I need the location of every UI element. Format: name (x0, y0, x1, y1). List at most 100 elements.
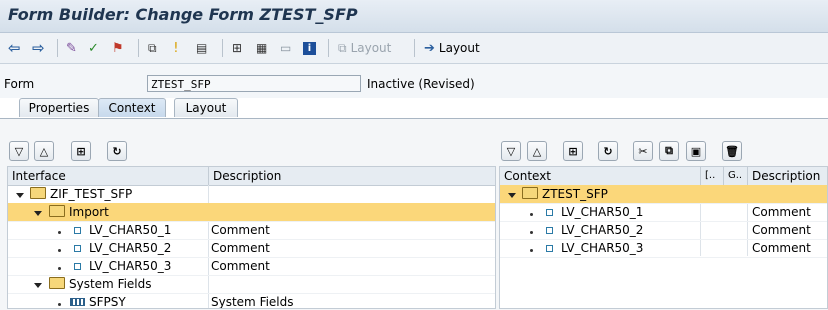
print-icon[interactable]: ▦ (256, 40, 267, 56)
field-icon (546, 227, 553, 234)
form-name-field[interactable]: ZTEST_SFP (147, 75, 361, 92)
edit-icon[interactable]: ✎ (66, 40, 77, 56)
find-button[interactable]: ⊞ (563, 141, 583, 161)
collapse-all-button[interactable]: △ (34, 141, 54, 161)
tree-node-label: ZTEST_SFP (542, 187, 608, 201)
binoculars-icon: ⊞ (568, 144, 578, 158)
window-title: Form Builder: Change Form ZTEST_SFP (8, 5, 358, 24)
field-icon (74, 227, 81, 234)
tree-node-label: SFPSY (89, 295, 126, 309)
context-tree-header: Context [.. G.. Description (500, 167, 827, 186)
forward-icon[interactable]: ⇨ (32, 39, 45, 57)
tree-node-description: System Fields (211, 295, 294, 309)
layout-button-disabled[interactable]: ⧉ Layout (338, 40, 391, 56)
refresh-button[interactable]: ↻ (598, 141, 618, 161)
bullet-icon (530, 231, 533, 234)
title-bar: Form Builder: Change Form ZTEST_SFP (0, 0, 828, 33)
expand-arrow-icon[interactable] (34, 211, 42, 216)
folder-icon (49, 205, 65, 217)
collapse-all-button[interactable]: △ (527, 141, 547, 161)
expand-arrow-icon[interactable] (34, 283, 42, 288)
find-button[interactable]: ⊞ (71, 141, 91, 161)
copy-icon: ⧉ (665, 144, 673, 157)
tree-node-description: Comment (752, 241, 811, 255)
display-object-icon[interactable]: ▤ (196, 40, 207, 56)
form-status: Inactive (Revised) (367, 77, 475, 91)
tree-node-system-fields[interactable]: System Fields (8, 275, 495, 294)
column-header-interface[interactable]: Interface (8, 167, 209, 185)
trash-icon: 🗑 (725, 144, 739, 158)
tree-node-field[interactable]: LV_CHAR50_1 Comment (500, 203, 827, 222)
tree-node-field[interactable]: LV_CHAR50_1 Comment (8, 221, 495, 240)
tree-node-description: Comment (211, 259, 270, 273)
expand-arrow-icon[interactable] (16, 193, 24, 198)
arrow-right-icon: ➔ (424, 40, 435, 56)
tree-node-label: LV_CHAR50_1 (89, 223, 172, 237)
binoculars-icon: ⊞ (76, 144, 86, 158)
check-icon[interactable]: ✓ (88, 40, 99, 56)
where-used-icon[interactable]: ǃ (174, 40, 178, 56)
tab-layout[interactable]: Layout (174, 98, 238, 117)
bullet-icon (58, 303, 61, 306)
tree-node-field[interactable]: LV_CHAR50_3 Comment (500, 239, 827, 258)
tree-node-description: Comment (211, 223, 270, 237)
expand-arrow-icon[interactable] (508, 193, 516, 198)
bullet-icon (58, 231, 61, 234)
hierarchy-icon[interactable]: ⊞ (232, 40, 242, 56)
tree-node-label: ZIF_TEST_SFP (50, 187, 133, 201)
tree-node-description: Comment (752, 205, 811, 219)
column-header-g[interactable]: G.. (724, 167, 748, 185)
tree-node-field[interactable]: LV_CHAR50_2 Comment (500, 221, 827, 240)
layout-preview-icon[interactable]: ▭ (280, 40, 291, 56)
expand-icon: ▽ (14, 144, 24, 158)
tree-node-structure[interactable]: SFPSY System Fields (8, 293, 495, 309)
tree-node-context-root[interactable]: ZTEST_SFP (500, 185, 827, 204)
field-icon (74, 263, 81, 270)
tree-node-interface[interactable]: ZIF_TEST_SFP (8, 185, 495, 204)
expand-all-button[interactable]: ▽ (501, 141, 521, 161)
copy-button[interactable]: ⧉ (659, 141, 679, 161)
interface-tree-header: Interface Description (8, 167, 495, 186)
column-header-bracket[interactable]: [.. (701, 167, 724, 185)
column-header-description[interactable]: Description (748, 167, 827, 185)
interface-tree: Interface Description ZIF_TEST_SFP Impor… (7, 166, 496, 309)
field-icon (546, 209, 553, 216)
column-header-description[interactable]: Description (209, 167, 495, 185)
activate-icon[interactable]: ⚑ (112, 40, 124, 56)
layout-disabled-label: Layout (350, 41, 392, 55)
tree-node-field[interactable]: LV_CHAR50_3 Comment (8, 257, 495, 276)
tree-node-import[interactable]: Import (8, 203, 495, 222)
info-icon[interactable]: i (303, 40, 316, 56)
toolbar-separator (138, 39, 139, 57)
collapse-icon: △ (39, 144, 49, 158)
refresh-button[interactable]: ↻ (107, 141, 127, 161)
expand-all-button[interactable]: ▽ (9, 141, 29, 161)
toolbar-separator (414, 39, 415, 57)
context-tree: Context [.. G.. Description ZTEST_SFP LV… (499, 166, 828, 309)
tree-node-label: Import (69, 205, 109, 219)
field-icon (546, 245, 553, 252)
tree-node-label: LV_CHAR50_2 (89, 241, 172, 255)
back-icon[interactable]: ⇦ (8, 39, 21, 57)
tab-strip: Properties Context Layout (0, 98, 828, 118)
cut-button[interactable]: ✂ (633, 141, 653, 161)
other-object-icon[interactable]: ⧉ (148, 40, 157, 56)
delete-button[interactable]: 🗑 (722, 141, 742, 161)
column-header-context[interactable]: Context (500, 167, 701, 185)
tree-node-field[interactable]: LV_CHAR50_2 Comment (8, 239, 495, 258)
paste-icon: ▣ (690, 144, 702, 158)
layout-disabled-icon: ⧉ (338, 40, 347, 55)
tab-context[interactable]: Context (98, 98, 166, 117)
tree-node-label: LV_CHAR50_2 (561, 223, 644, 237)
paste-button[interactable]: ▣ (686, 141, 706, 161)
folder-icon (522, 187, 538, 199)
tree-node-description: Comment (211, 241, 270, 255)
collapse-icon: △ (532, 144, 542, 158)
tree-node-label: LV_CHAR50_3 (561, 241, 644, 255)
layout-button[interactable]: ➔ Layout (424, 40, 480, 56)
tree-node-description: Comment (752, 223, 811, 237)
tab-properties[interactable]: Properties (19, 98, 99, 117)
toolbar-separator (222, 39, 223, 57)
refresh-icon: ↻ (603, 144, 613, 158)
folder-icon (49, 277, 65, 289)
